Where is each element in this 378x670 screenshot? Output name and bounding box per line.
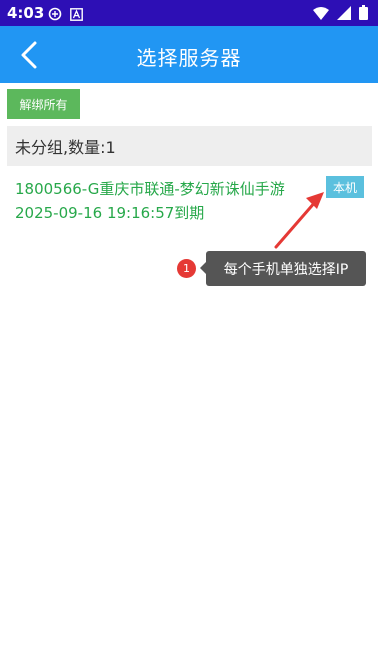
wifi-icon xyxy=(313,5,329,24)
settings-circle-icon xyxy=(48,6,62,25)
server-expire-time: 2025-09-16 19:16:57到期 xyxy=(15,204,205,222)
status-bar: 4:03 xyxy=(0,0,378,26)
group-header: 未分组,数量:1 xyxy=(7,126,372,166)
step-number-badge: 1 xyxy=(177,259,196,278)
a-box-icon xyxy=(70,6,83,25)
server-list-item[interactable]: 1800566-G重庆市联通-梦幻新诛仙手游 2025-09-16 19:16:… xyxy=(0,170,378,230)
status-time: 4:03 xyxy=(7,4,45,22)
server-name: 1800566-G重庆市联通-梦幻新诛仙手游 xyxy=(15,180,285,198)
local-device-badge: 本机 xyxy=(326,176,364,198)
hint-tooltip: 每个手机单独选择IP xyxy=(200,251,366,286)
battery-icon xyxy=(359,5,368,24)
app-bar: 选择服务器 xyxy=(0,26,378,83)
signal-icon xyxy=(337,5,351,24)
unbind-all-button[interactable]: 解绑所有 xyxy=(7,89,80,119)
page-title: 选择服务器 xyxy=(136,46,242,70)
